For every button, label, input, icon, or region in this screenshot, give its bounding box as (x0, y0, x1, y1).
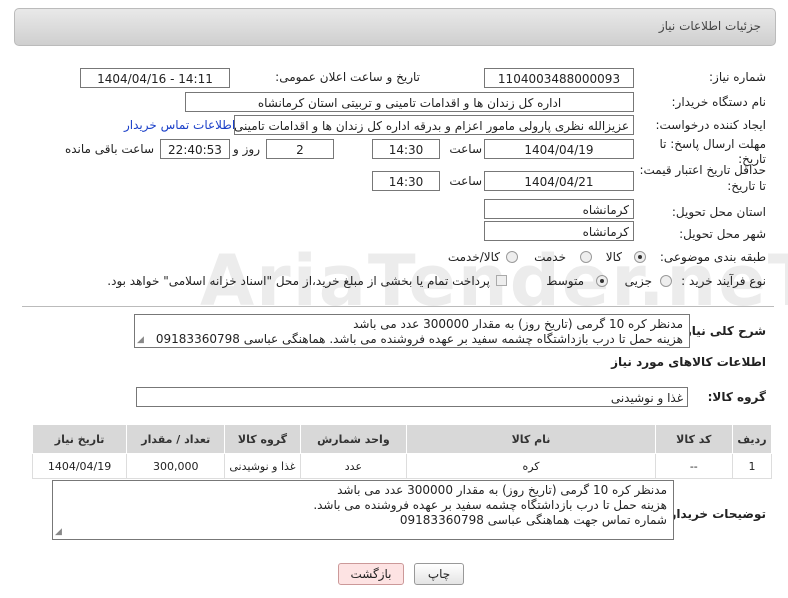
cell-code: -- (654, 453, 733, 479)
goods-group-field: غذا و نوشیدنی (136, 387, 688, 407)
category-goods-label: کالا (605, 250, 622, 264)
resize-grip-icon[interactable]: ◢ (137, 336, 144, 345)
category-both-radio[interactable] (506, 251, 518, 263)
general-description-textarea[interactable]: مدنظر کره 10 گرمی (تاریخ روز) به مقدار 3… (134, 314, 690, 348)
category-goods-radio[interactable] (634, 251, 646, 263)
remaining-time-field: 22:40:53 (160, 139, 230, 159)
col-name: نام کالا (406, 424, 656, 454)
cell-quantity: 300,000 (126, 453, 226, 479)
process-medium-label: متوسط (546, 274, 584, 288)
city-label: شهر محل تحویل: (679, 227, 766, 241)
category-both-label: کالا/خدمت (447, 250, 500, 264)
buyer-notes-textarea[interactable]: مدنظر کره 10 گرمی (تاریخ روز) به مقدار 3… (52, 480, 674, 540)
process-small-label: جزیی (624, 274, 652, 288)
cell-row: 1 (731, 453, 773, 479)
cell-name: کره (406, 453, 656, 479)
general-description-line-1: مدنظر کره 10 گرمی (تاریخ روز) به مقدار 3… (353, 317, 683, 331)
announce-label: تاریخ و ساعت اعلان عمومی: (275, 70, 420, 84)
buyer-notes-line-1: مدنظر کره 10 گرمی (تاریخ روز) به مقدار 3… (337, 483, 667, 497)
need-number-label: شماره نیاز: (709, 70, 766, 84)
announce-field: 1404/04/16 - 14:11 (80, 68, 230, 88)
deadline-time-label: ساعت (449, 142, 482, 156)
table-row[interactable]: 1 -- کره عدد غذا و نوشیدنی 300,000 1404/… (31, 453, 773, 479)
col-date: تاریخ نیاز (31, 424, 128, 454)
days-field: 2 (266, 139, 334, 159)
goods-group-label: گروه کالا: (707, 390, 766, 404)
category-service-radio[interactable] (580, 251, 592, 263)
print-button[interactable]: چاپ (414, 563, 464, 585)
deadline-time-field: 14:30 (372, 139, 440, 159)
validity-date-field: 1404/04/21 (484, 171, 634, 191)
back-button[interactable]: بازگشت (338, 563, 404, 585)
buyer-contact-link[interactable]: اطلاعات تماس خریدار (124, 118, 235, 132)
buyer-notes-line-3: شماره تماس جهت هماهنگی عباسی 09183360798 (399, 513, 667, 527)
buyer-notes-label: توضیحات خریدار: (664, 507, 766, 521)
province-field: کرمانشاه (484, 199, 634, 219)
treasury-payment-note: پرداخت تمام یا بخشی از مبلغ خرید،از محل … (107, 274, 490, 288)
deadline-label: مهلت ارسال پاسخ: تا (659, 137, 766, 151)
buyer-notes-line-2: هزینه حمل تا درب بازداشتگاه چشمه سفید بر… (313, 498, 667, 512)
validity-label-2: تا تاریخ: (727, 179, 766, 193)
need-number-field: 1104003488000093 (484, 68, 634, 88)
cell-group: غذا و نوشیدنی (224, 453, 301, 479)
page-header: جزئیات اطلاعات نیاز (14, 8, 776, 46)
goods-info-title: اطلاعات کالاهای مورد نیاز (611, 355, 766, 369)
general-description-line-2: هزینه حمل تا درب بازداشتگاه چشمه سفید بر… (155, 332, 683, 346)
col-unit: واحد شمارش (299, 424, 408, 454)
process-small-radio[interactable] (660, 275, 672, 287)
section-divider (22, 306, 774, 307)
col-row: ردیف (731, 424, 773, 454)
items-table: ردیف کد کالا نام کالا واحد شمارش گروه کا… (31, 424, 773, 479)
validity-time-field: 14:30 (372, 171, 440, 191)
city-field: کرمانشاه (484, 221, 634, 241)
general-description-label: شرح کلی نیاز: (680, 324, 766, 338)
table-header-row: ردیف کد کالا نام کالا واحد شمارش گروه کا… (31, 424, 773, 454)
category-label: طبقه بندی موضوعی: (659, 250, 766, 264)
cell-date: 1404/04/19 (31, 453, 128, 479)
process-label: نوع فرآیند خرید : (681, 274, 766, 288)
page-title: جزئیات اطلاعات نیاز (658, 19, 761, 33)
col-code: کد کالا (654, 424, 733, 454)
treasury-payment-checkbox[interactable] (496, 275, 507, 286)
col-group: گروه کالا (224, 424, 301, 454)
validity-label: حداقل تاریخ اعتبار قیمت: (639, 163, 766, 177)
remaining-label: ساعت باقی مانده (64, 142, 154, 156)
process-medium-radio[interactable] (596, 275, 608, 287)
category-service-label: خدمت (534, 250, 566, 264)
buyer-org-field: اداره کل زندان ها و اقدامات تامینی و ترب… (185, 92, 634, 112)
validity-time-label: ساعت (449, 174, 482, 188)
cell-unit: عدد (299, 453, 408, 479)
deadline-date-field: 1404/04/19 (484, 139, 634, 159)
resize-grip-icon[interactable]: ◢ (55, 528, 62, 537)
col-quantity: تعداد / مقدار (126, 424, 226, 454)
days-label: روز و (233, 142, 260, 156)
buyer-org-label: نام دستگاه خریدار: (671, 95, 767, 109)
creator-field: عزیزالله نظری پارولی مامور اعزام و بدرقه… (234, 115, 634, 135)
creator-label: ایجاد کننده درخواست: (655, 118, 766, 132)
province-label: استان محل تحویل: (671, 205, 766, 219)
